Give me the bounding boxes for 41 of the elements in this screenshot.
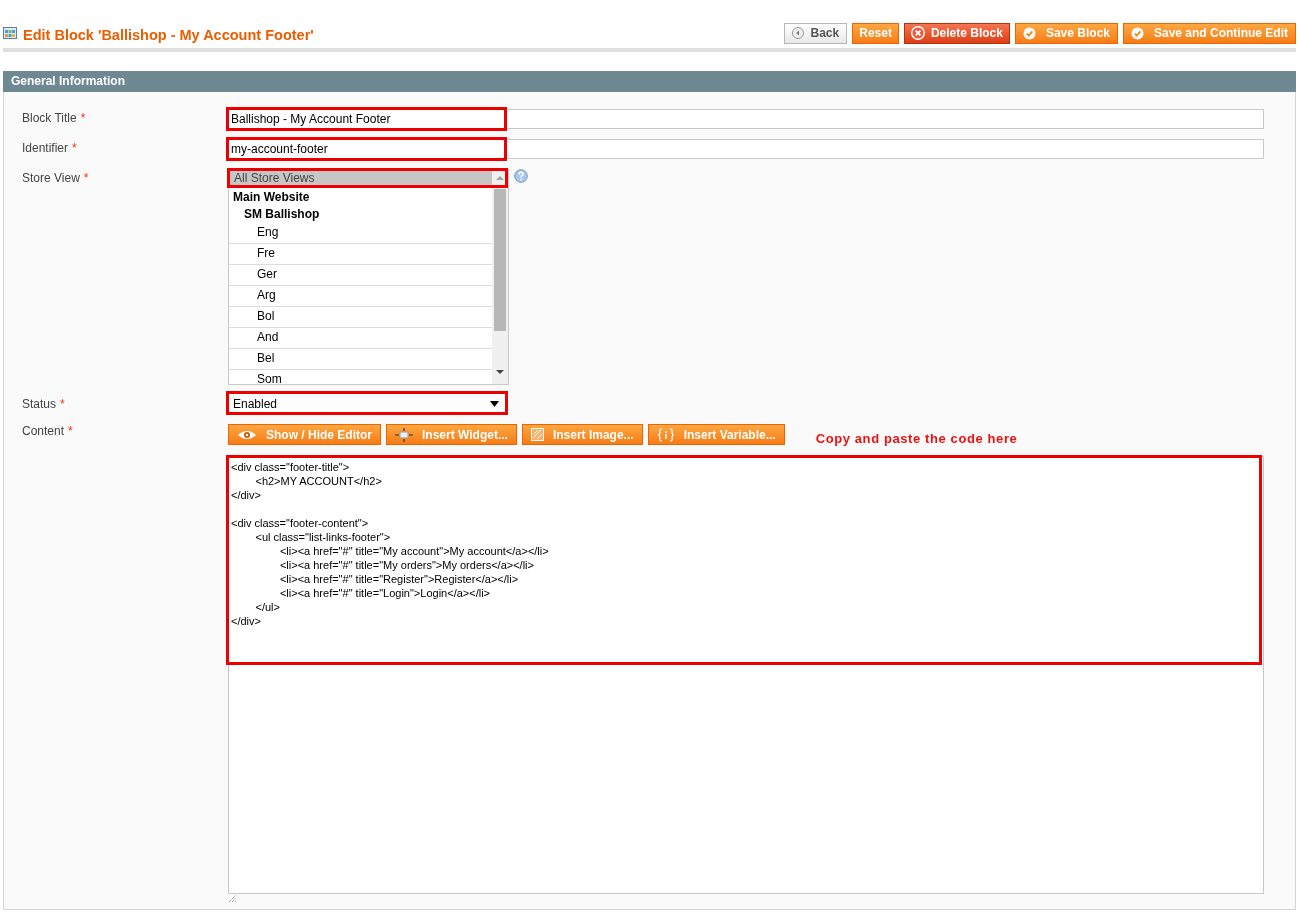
required-mark: * [60,397,65,411]
section-header: General Information [3,71,1296,92]
check-icon [1022,26,1036,40]
required-mark: * [83,171,89,185]
required-mark: * [68,424,73,438]
required-mark: * [80,111,86,125]
eye-icon [237,428,257,441]
store-view-listbox[interactable]: All Store Views Main Website SM Ballishop Eng Fre Ger Arg Bol And Bel Som [228,169,509,385]
field-label: Store View [22,171,80,185]
widget-icon [395,427,413,442]
required-mark: * [72,141,77,155]
field-label: Status [22,397,57,411]
text-input[interactable]: my-account-footer [228,139,1264,159]
braces-icon [656,427,675,442]
list-option[interactable]: Arg [229,286,492,307]
field-label: Block Title [22,111,77,125]
instruction-note: Copy and paste the code here [815,431,1018,446]
list-option[interactable]: Bol [229,307,492,328]
scrollbar-icon [492,170,508,384]
text-input[interactable]: Ballishop - My Account Footer [228,109,1264,129]
list-option[interactable]: And [229,328,492,349]
back-button[interactable]: Back [783,22,848,44]
list-option[interactable]: Bel [229,349,492,370]
select-value: Enabled [233,397,278,411]
resize-grip-icon [228,894,236,902]
page-title: Edit Block 'Ballishop - My Account Footer' [23,26,314,43]
list-option[interactable]: Eng [229,223,492,244]
field-label: Content [22,424,65,438]
grid-icon [3,27,17,39]
close-icon [910,26,925,40]
code-textarea[interactable]: <div class="footer-title"> <h2>MY ACCOUNT</h2> </div> <div class="footer-content"> <ul class="list-links-footer"> <li><a href="#" title="My account">My account</a></li> <li><a href="#" title="My orders">My orders</a></li> <li><a href="#" title="Register">Register</a></li> <li><a href="#" title="Login">Login</a></li> </ul> </div> [228,456,1264,894]
list-option[interactable]: Ger [229,265,492,286]
list-option[interactable]: Main Website [229,189,492,206]
list-option[interactable]: SM Ballishop [229,206,492,223]
delete-button[interactable]: Delete Block [903,22,1010,44]
check-icon [1131,26,1144,40]
field-label: Identifier [22,141,69,155]
list-option[interactable]: Fre [229,244,492,265]
help-icon [514,169,528,183]
dropdown-caret-icon [490,401,499,407]
image-icon [530,428,544,441]
